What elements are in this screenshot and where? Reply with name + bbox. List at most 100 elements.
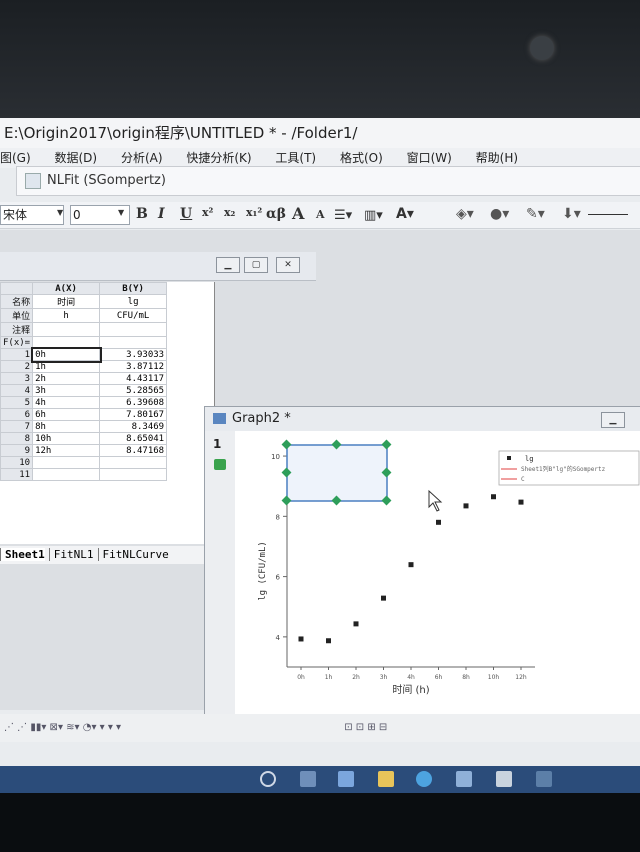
row-number[interactable]: 7 <box>0 420 34 433</box>
decrease-font-button[interactable]: A <box>316 208 325 221</box>
row-number[interactable]: 10 <box>0 456 34 469</box>
greek-button[interactable]: αβ <box>266 206 286 222</box>
cell-b[interactable]: 7.80167 <box>99 408 168 421</box>
font-name-combo[interactable]: 宋体 <box>0 205 64 225</box>
cell-a[interactable]: 8h <box>32 420 101 433</box>
extra-tools-icon[interactable]: ⊡ ⊡ ⊞ ⊟ <box>344 722 387 733</box>
meta-cell-b[interactable]: lg <box>99 294 168 309</box>
menu-item-tools[interactable]: 工具(T) <box>275 148 316 168</box>
cell-b[interactable]: 4.43117 <box>99 372 168 385</box>
cell-a[interactable] <box>32 456 101 469</box>
data-point[interactable] <box>436 519 441 525</box>
pattern-icon[interactable]: ●▾ <box>490 206 509 222</box>
cell-a[interactable]: 10h <box>32 432 101 445</box>
layer-number[interactable]: 1 <box>213 437 221 451</box>
data-point[interactable] <box>463 503 469 509</box>
font-color-icon[interactable]: A▾ <box>396 206 414 222</box>
data-point[interactable] <box>353 621 359 627</box>
chevron-down-icon[interactable]: ▼ <box>57 208 63 217</box>
supsub-button[interactable]: x₁² <box>246 206 262 219</box>
cell-b[interactable] <box>99 468 168 481</box>
cell-b[interactable]: 6.39608 <box>99 396 168 409</box>
row-number[interactable]: 4 <box>0 384 34 397</box>
graph-minimize-button[interactable]: ▁ <box>601 412 625 428</box>
meta-cell-a[interactable] <box>32 322 101 337</box>
sheet-tab[interactable]: FitNLCurve <box>97 548 169 561</box>
row-number[interactable]: 2 <box>0 360 34 373</box>
data-point[interactable] <box>326 638 331 644</box>
row-number[interactable]: 5 <box>0 396 34 409</box>
taskbar-app-icon[interactable] <box>536 771 552 787</box>
superscript-button[interactable]: x² <box>202 206 213 219</box>
bold-button[interactable]: B <box>136 206 148 222</box>
maximize-button[interactable]: ▢ <box>244 257 268 273</box>
row-number[interactable]: 1 <box>0 348 34 361</box>
close-button[interactable]: ✕ <box>276 257 300 273</box>
data-point[interactable] <box>298 636 304 642</box>
row-number[interactable]: 3 <box>0 372 34 385</box>
cell-b[interactable] <box>99 456 168 469</box>
cell-a[interactable]: 3h <box>32 384 101 397</box>
cell-b[interactable]: 8.47168 <box>99 444 168 457</box>
fill-color-icon[interactable]: ◈▾ <box>456 206 474 222</box>
meta-cell-a[interactable]: h <box>32 308 101 323</box>
task-view-icon[interactable] <box>260 771 276 787</box>
cell-a[interactable]: 0h <box>30 346 102 363</box>
lock-icon[interactable] <box>214 459 226 470</box>
data-point[interactable] <box>491 494 496 500</box>
border-icon[interactable]: ▥▾ <box>364 208 383 223</box>
sheet-tab[interactable]: FitNL1 <box>48 548 94 561</box>
pen-icon[interactable]: ✎▾ <box>526 206 545 222</box>
origin-icon[interactable] <box>496 771 512 787</box>
draw-tools-icon[interactable]: ⋰ ⋰ ▮▮▾ ⊠▾ ≋▾ ◔▾ ▾ ▾ ▾ <box>4 722 121 733</box>
data-point[interactable] <box>518 499 524 505</box>
menu-item-format[interactable]: 格式(O) <box>340 148 383 168</box>
cell-b[interactable]: 3.93033 <box>99 348 168 361</box>
symbol-icon[interactable]: ⬇▾ <box>562 206 581 222</box>
cell-a[interactable]: 12h <box>32 444 101 457</box>
cell-a[interactable]: 1h <box>32 360 101 373</box>
cell-b[interactable]: 8.65041 <box>99 432 168 445</box>
meta-cell-a[interactable] <box>32 336 101 349</box>
col-header-b[interactable]: B(Y) <box>99 282 168 295</box>
menu-item-data[interactable]: 数据(D) <box>55 148 98 168</box>
align-icon[interactable]: ☰▾ <box>334 208 352 223</box>
cell-a[interactable]: 6h <box>32 408 101 421</box>
meta-cell-b[interactable] <box>99 322 168 337</box>
meta-cell-b[interactable]: CFU/mL <box>99 308 168 323</box>
subscript-button[interactable]: x₂ <box>224 206 235 219</box>
line-style-icon[interactable] <box>588 214 628 215</box>
underline-button[interactable]: U <box>180 206 192 222</box>
cell-b[interactable]: 5.28565 <box>99 384 168 397</box>
store-icon[interactable] <box>338 771 354 787</box>
plot-area[interactable]: 4 6 8 10 0h 1h 2h 3h 4h 6h 8h 10h 12h lg (CFU/mL) 时… <box>235 431 640 717</box>
col-header-a[interactable]: A(X) <box>32 282 101 295</box>
browser-icon[interactable] <box>416 771 432 787</box>
explorer-icon[interactable] <box>456 771 472 787</box>
row-number[interactable]: 9 <box>0 444 34 457</box>
data-grid[interactable]: A(X) B(Y) 名称 时间 lg 单位 h CFU/mL 注释 F(x)= 1 0h 3.930… <box>0 282 168 481</box>
menu-item-quick-analysis[interactable]: 快捷分析(K) <box>186 148 251 168</box>
data-point[interactable] <box>408 562 414 568</box>
row-number[interactable]: 6 <box>0 408 34 421</box>
menu-item-window[interactable]: 窗口(W) <box>407 148 452 168</box>
cell-b[interactable]: 3.87112 <box>99 360 168 373</box>
meta-cell-b[interactable] <box>99 336 168 349</box>
cell-b[interactable]: 8.3469 <box>99 420 168 433</box>
workbook-titlebar[interactable]: ▁ ▢ ✕ <box>0 252 316 281</box>
menu-item-help[interactable]: 帮助(H) <box>476 148 518 168</box>
app-icon[interactable] <box>300 771 316 787</box>
corner-cell[interactable] <box>0 282 34 295</box>
worksheet[interactable]: A(X) B(Y) 名称 时间 lg 单位 h CFU/mL 注释 F(x)= 1 0h 3.930… <box>0 282 215 544</box>
increase-font-button[interactable]: A <box>292 204 304 223</box>
minimize-button[interactable]: ▁ <box>216 257 240 273</box>
chevron-down-icon[interactable]: ▼ <box>118 208 124 217</box>
graph-titlebar[interactable]: Graph2 * ▁ <box>205 407 640 431</box>
selected-object-box[interactable] <box>286 444 388 502</box>
menu-item-graph[interactable]: 图(G) <box>0 148 31 168</box>
meta-cell-a[interactable]: 时间 <box>32 294 101 309</box>
row-number[interactable]: 8 <box>0 432 34 445</box>
row-number[interactable]: 11 <box>0 468 34 481</box>
italic-button[interactable]: I <box>158 206 165 222</box>
cell-a[interactable]: 2h <box>32 372 101 385</box>
